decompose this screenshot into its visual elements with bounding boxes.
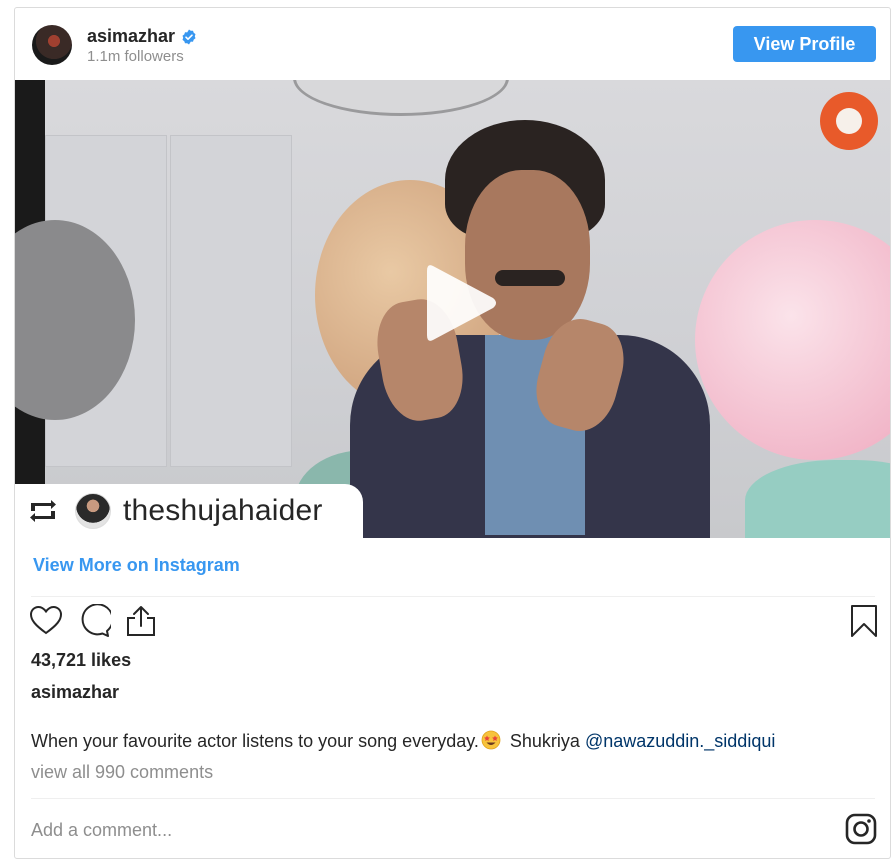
avatar[interactable]: [32, 25, 72, 65]
view-more-link[interactable]: View More on Instagram: [33, 555, 240, 576]
follower-count: 1.1m followers: [87, 48, 184, 65]
divider: [31, 798, 875, 799]
caption-username[interactable]: asimazhar: [31, 682, 119, 703]
view-profile-button[interactable]: View Profile: [733, 26, 876, 62]
comment-icon[interactable]: [77, 604, 111, 638]
cushion-shape: [745, 460, 890, 538]
view-comments-link[interactable]: view all 990 comments: [31, 762, 213, 783]
comment-input[interactable]: [31, 820, 731, 841]
bookmark-icon[interactable]: [847, 604, 881, 638]
pink-decor: [695, 220, 890, 460]
play-icon[interactable]: [413, 258, 503, 348]
caption-text-end: Shukriya: [504, 731, 585, 751]
instagram-embed-card: asimazhar 1.1m followers View Profile th…: [14, 7, 891, 859]
regram-username: theshujahaider: [123, 494, 323, 527]
video-thumbnail[interactable]: theshujahaider: [15, 80, 890, 538]
star-struck-emoji-icon: [481, 730, 501, 750]
channel-logo: [820, 92, 878, 150]
caption-text: When your favourite actor listens to you…: [31, 731, 479, 751]
caption: When your favourite actor listens to you…: [31, 730, 775, 752]
heart-icon[interactable]: [29, 604, 63, 638]
regram-tag: theshujahaider: [15, 484, 363, 538]
action-bar: [29, 604, 877, 640]
moustache: [495, 270, 565, 286]
mention-link[interactable]: @nawazuddin._siddiqui: [585, 731, 775, 751]
username-row: asimazhar: [87, 26, 197, 47]
regram-icon: [30, 500, 56, 522]
regram-avatar: [75, 493, 111, 529]
instagram-icon[interactable]: [845, 813, 877, 845]
share-icon[interactable]: [124, 604, 158, 638]
verified-badge-icon: [182, 29, 196, 44]
mirror-shape: [293, 80, 509, 116]
username[interactable]: asimazhar: [87, 26, 175, 47]
person-figure: [350, 120, 710, 538]
divider: [31, 596, 875, 597]
like-count: 43,721 likes: [31, 650, 132, 670]
post-header: asimazhar 1.1m followers View Profile: [15, 8, 890, 80]
wall-panel: [170, 135, 292, 467]
